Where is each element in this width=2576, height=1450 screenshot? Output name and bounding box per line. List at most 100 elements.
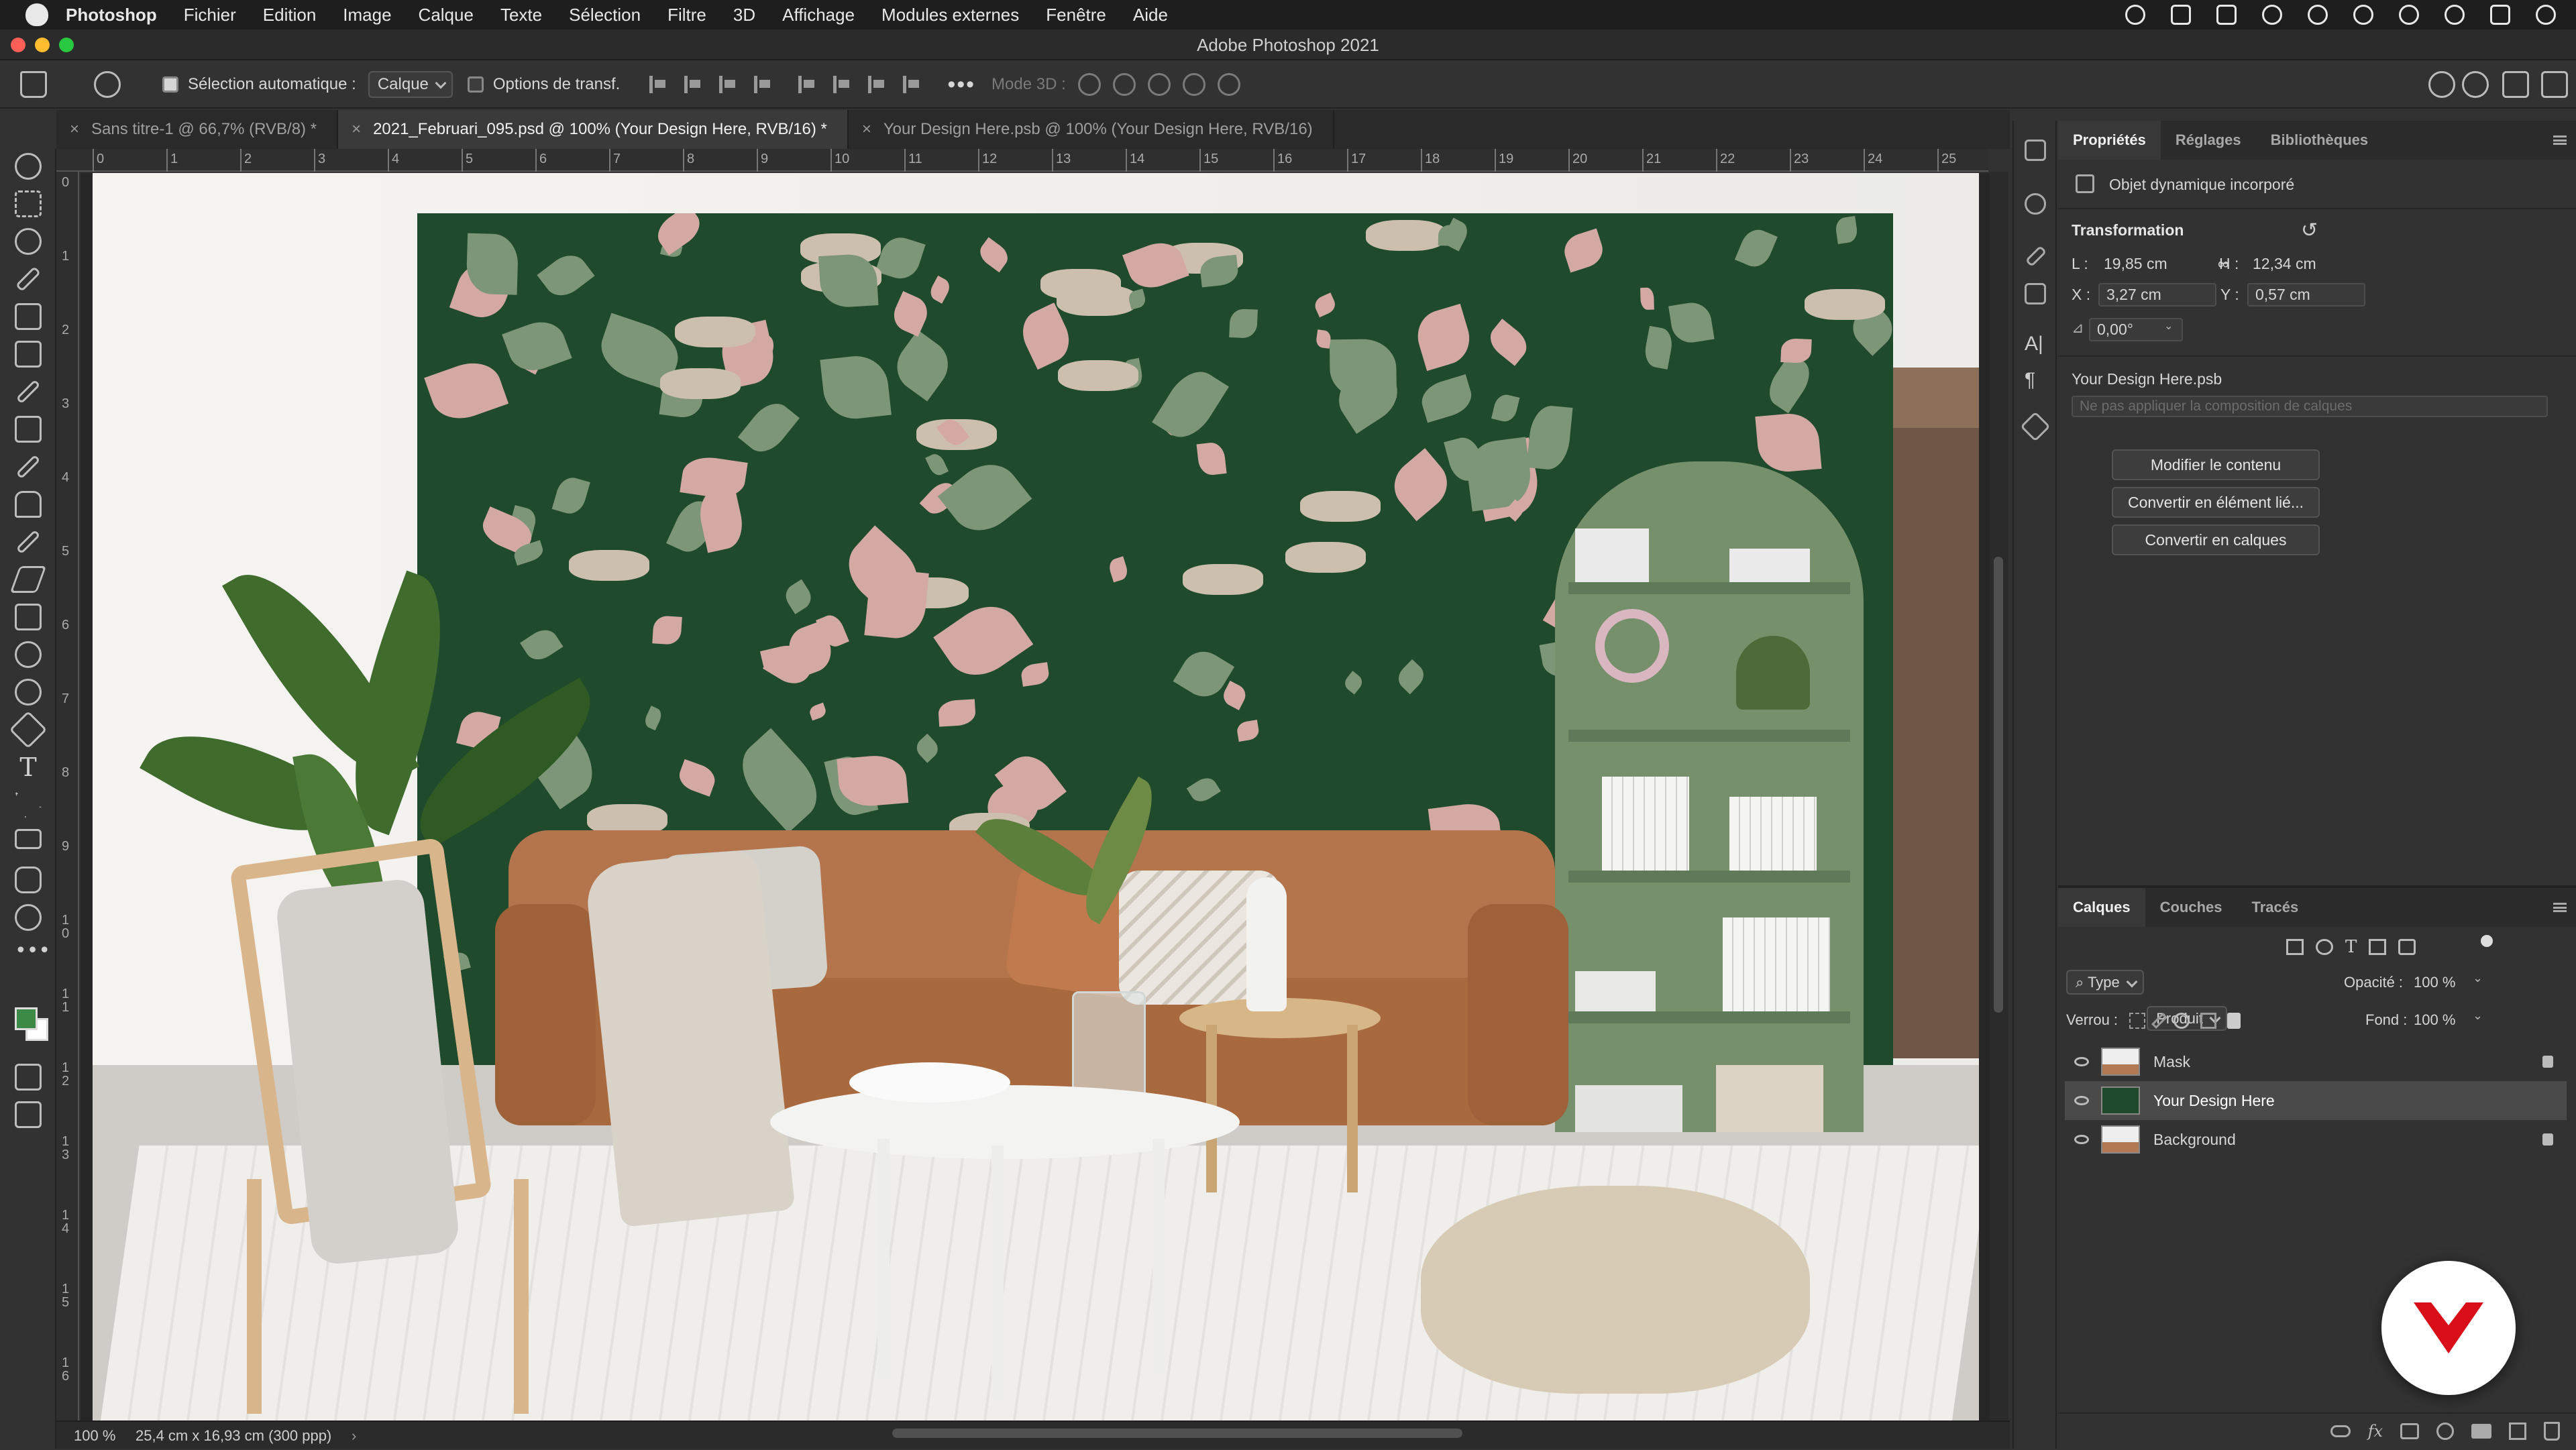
new-layer-icon[interactable] <box>2509 1423 2526 1440</box>
tab-sans-titre[interactable]: × Sans titre-1 @ 66,7% (RVB/8) * <box>56 110 339 149</box>
command-icon[interactable] <box>2171 5 2191 25</box>
type-tool-icon[interactable]: T <box>15 754 42 781</box>
paint-bucket-icon[interactable] <box>15 604 42 630</box>
auto-select-checkbox[interactable] <box>162 76 178 93</box>
more-options-icon[interactable]: ••• <box>947 72 975 98</box>
transform-controls-checkbox[interactable] <box>467 76 484 93</box>
tab-februari-psd[interactable]: × 2021_Februari_095.psd @ 100% (Your Desi… <box>338 110 849 149</box>
lock-transparency-icon[interactable] <box>2129 1013 2145 1029</box>
tab-traces[interactable]: Tracés <box>2237 888 2314 927</box>
more-tools-icon[interactable]: ••• <box>15 938 50 964</box>
move-tool-icon[interactable] <box>15 153 42 180</box>
share-icon[interactable] <box>2541 71 2568 98</box>
convert-to-layers-button[interactable]: Convertir en calques <box>2112 524 2320 555</box>
workspace-icon[interactable] <box>2502 71 2529 98</box>
menu-selection[interactable]: Sélection <box>569 5 641 25</box>
status-chevron-icon[interactable]: › <box>352 1422 356 1450</box>
filter-toggle-icon[interactable] <box>2481 935 2493 947</box>
move-tool-icon[interactable] <box>94 71 121 98</box>
siri-icon[interactable] <box>2536 5 2556 25</box>
visibility-eye-icon[interactable] <box>2074 1057 2089 1066</box>
layer-name[interactable]: Mask <box>2153 1042 2190 1081</box>
control-center-icon[interactable] <box>2490 5 2510 25</box>
share-user-icon[interactable] <box>2428 71 2455 98</box>
layer-your-design-here[interactable]: Your Design Here <box>2065 1081 2567 1120</box>
apple-icon[interactable] <box>25 3 48 26</box>
visibility-eye-icon[interactable] <box>2074 1135 2089 1144</box>
search-icon[interactable] <box>2462 71 2489 98</box>
lock-pixels-icon[interactable] <box>2151 1012 2168 1029</box>
angle-dropdown-icon[interactable]: ⌄ <box>2164 319 2173 333</box>
menu-filtre[interactable]: Filtre <box>667 5 706 25</box>
crop-tool-icon[interactable] <box>15 303 42 330</box>
align-center-h-icon[interactable] <box>684 76 702 93</box>
link-layers-icon[interactable] <box>2330 1425 2351 1437</box>
filter-smart-object-icon[interactable] <box>2398 939 2416 955</box>
filter-adjustment-icon[interactable] <box>2316 939 2333 955</box>
menu-edition[interactable]: Edition <box>263 5 317 25</box>
horizontal-scroll-thumb[interactable] <box>892 1429 1462 1438</box>
filter-type-icon[interactable]: T <box>2345 938 2357 956</box>
dropbox-icon[interactable] <box>2216 5 2237 25</box>
tab-calques[interactable]: Calques <box>2058 888 2145 927</box>
menu-affichage[interactable]: Affichage <box>782 5 855 25</box>
convert-to-linked-button[interactable]: Convertir en élément lié... <box>2112 487 2320 518</box>
layer-name[interactable]: Background <box>2153 1120 2236 1159</box>
marquee-tool-icon[interactable] <box>15 190 42 217</box>
visibility-eye-icon[interactable] <box>2074 1096 2089 1105</box>
layer-style-icon[interactable]: fx <box>2368 1422 2383 1441</box>
y-field[interactable]: 0,57 cm <box>2247 283 2365 306</box>
adjustments-icon[interactable] <box>2025 283 2046 304</box>
record-icon[interactable] <box>2125 5 2145 25</box>
clone-stamp-icon[interactable] <box>15 491 42 518</box>
filter-pixel-icon[interactable] <box>2286 939 2304 955</box>
vertical-scroll-thumb[interactable] <box>1994 557 2003 1013</box>
panel-menu-icon[interactable] <box>2553 135 2567 145</box>
magic-wand-icon[interactable] <box>15 266 42 292</box>
roll-3d-icon[interactable] <box>1112 73 1136 96</box>
distribute-h-icon[interactable] <box>754 76 771 93</box>
layer-background[interactable]: Background <box>2065 1120 2567 1159</box>
edit-contents-button[interactable]: Modifier le contenu <box>2112 449 2320 480</box>
history-brush-icon[interactable] <box>15 529 41 555</box>
fill-value[interactable]: 100 % <box>2414 1011 2455 1029</box>
add-mask-icon[interactable] <box>2400 1423 2419 1439</box>
menu-texte[interactable]: Texte <box>500 5 542 25</box>
eyedropper-icon[interactable] <box>15 379 41 404</box>
x-field[interactable]: 3,27 cm <box>2098 283 2216 306</box>
opacity-dropdown-icon[interactable]: ⌄ <box>2473 971 2483 985</box>
tab-proprietes[interactable]: Propriétés <box>2058 121 2161 160</box>
align-middle-icon[interactable] <box>833 76 851 93</box>
menu-3d[interactable]: 3D <box>733 5 755 25</box>
scale-3d-icon[interactable] <box>1217 73 1240 96</box>
dodge-tool-icon[interactable] <box>15 679 42 706</box>
menu-calque[interactable]: Calque <box>419 5 474 25</box>
close-window-button[interactable] <box>11 38 25 52</box>
tab-bibliotheques[interactable]: Bibliothèques <box>2256 121 2383 160</box>
screen-mode-icon[interactable] <box>15 1101 42 1128</box>
drag-3d-icon[interactable] <box>1147 73 1171 96</box>
blur-tool-icon[interactable] <box>15 641 42 668</box>
zoom-level[interactable]: 100 % <box>74 1422 115 1450</box>
align-left-icon[interactable] <box>649 76 667 93</box>
hand-tool-icon[interactable] <box>15 867 42 893</box>
minimize-window-button[interactable] <box>35 38 50 52</box>
align-right-icon[interactable] <box>719 76 737 93</box>
tab-reglages[interactable]: Réglages <box>2161 121 2256 160</box>
eraser-icon[interactable] <box>9 566 47 593</box>
moon-icon[interactable] <box>2353 5 2373 25</box>
layer-mask[interactable]: Mask <box>2065 1042 2567 1081</box>
align-top-icon[interactable] <box>798 76 816 93</box>
filter-shape-icon[interactable] <box>2369 939 2387 955</box>
character-icon[interactable]: A| <box>2025 333 2046 355</box>
lock-position-icon[interactable] <box>2174 1013 2190 1029</box>
close-tab-icon[interactable]: × <box>862 110 871 149</box>
slide-3d-icon[interactable] <box>1182 73 1205 96</box>
delete-layer-icon[interactable] <box>2544 1422 2560 1441</box>
height-value[interactable]: 12,34 cm <box>2253 255 2316 273</box>
info-icon[interactable] <box>2025 193 2046 215</box>
path-selection-icon[interactable] <box>15 791 42 818</box>
menu-app[interactable]: Photoshop <box>66 5 157 25</box>
tab-your-design-psb[interactable]: × Your Design Here.psb @ 100% (Your Desig… <box>849 110 1334 149</box>
frame-tool-icon[interactable] <box>15 341 42 368</box>
